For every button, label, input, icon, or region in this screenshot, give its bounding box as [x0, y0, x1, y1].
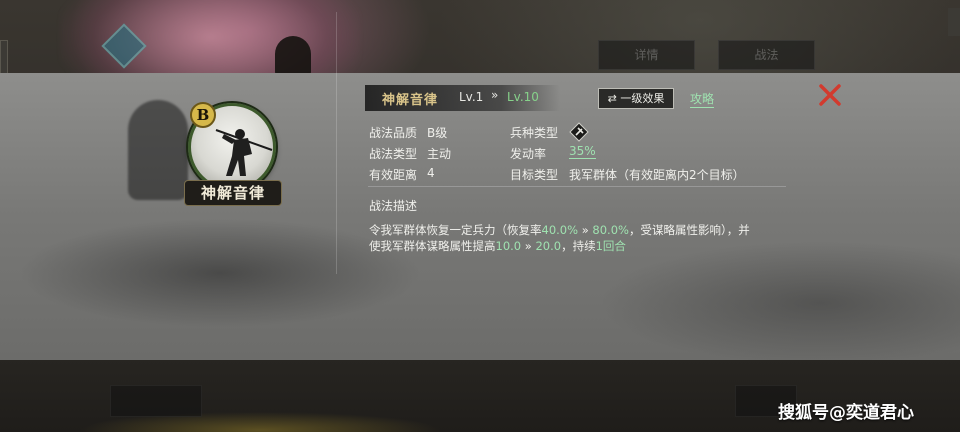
- attributes-divider: [368, 186, 786, 187]
- description-line-2: 使我军群体谋略属性提高10.0 » 20.0，持续1回合: [369, 239, 626, 253]
- description-line-1: 令我军群体恢复一定兵力（恢复率40.0% » 80.0%，受谋略属性影响），并: [369, 223, 750, 237]
- background-box-left: [110, 385, 202, 417]
- effect-level-toggle-button[interactable]: ⇄ 一级效果: [598, 88, 674, 109]
- troop-type-icon: [569, 122, 589, 142]
- level-current: Lv.1: [459, 90, 484, 104]
- grade-badge: B: [190, 102, 216, 128]
- background-tab-details: 详情: [598, 40, 695, 70]
- type-label: 战法类型: [369, 147, 418, 161]
- background-figure: [275, 36, 311, 76]
- warrior-icon: [215, 129, 273, 176]
- panel-divider: [336, 12, 337, 274]
- level-arrow: »: [491, 88, 499, 102]
- background-tab-skills: 战法: [718, 40, 815, 70]
- right-edge-tab: [948, 8, 960, 36]
- level-max: Lv.10: [507, 90, 539, 104]
- target-type-label: 目标类型: [510, 168, 559, 182]
- skill-name-header: 神解音律: [382, 93, 439, 108]
- type-value: 主动: [427, 147, 452, 161]
- quality-value: B级: [427, 126, 448, 140]
- skill-name-plate: 神解音律: [184, 180, 282, 206]
- target-type-value: 我军群体（有效距离内2个目标）: [569, 168, 745, 182]
- description-title: 战法描述: [369, 199, 418, 213]
- range-label: 有效距离: [369, 168, 418, 182]
- strategy-guide-link[interactable]: 攻略: [690, 90, 715, 108]
- background-warrior-silhouette: [128, 100, 188, 200]
- close-icon[interactable]: [818, 83, 842, 107]
- trigger-rate-label: 发动率: [510, 147, 547, 161]
- trigger-rate-value[interactable]: 35%: [569, 144, 596, 159]
- background-scene-top: 详情 战法: [0, 0, 960, 100]
- game-screen: 详情 战法 B 神解音律 神解音律 Lv.1 » Lv.10 ⇄ 一级效果 攻略…: [0, 0, 960, 432]
- quality-label: 战法品质: [369, 126, 418, 140]
- troop-type-label: 兵种类型: [510, 126, 559, 140]
- range-value: 4: [427, 166, 435, 180]
- watermark: 搜狐号@奕道君心: [778, 403, 914, 423]
